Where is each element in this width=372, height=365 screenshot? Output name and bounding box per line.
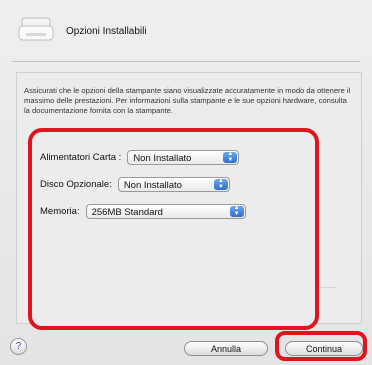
- option-label: Alimentatori Carta :: [40, 152, 122, 163]
- option-label: Disco Opzionale:: [40, 179, 112, 190]
- cancel-button[interactable]: Annulla: [184, 341, 268, 356]
- header-divider: [12, 61, 360, 62]
- continue-button[interactable]: Continua: [285, 341, 363, 356]
- option-row-memory: Memoria: 256MB Standard ▲ ▼: [40, 204, 246, 219]
- installable-options-dialog: Opzioni Installabili Assicurati che le o…: [0, 0, 372, 365]
- chevron-updown-icon: ▲ ▼: [229, 205, 244, 217]
- help-button[interactable]: ?: [10, 338, 27, 355]
- optional-disk-popup[interactable]: Non Installato ▲ ▼: [117, 177, 230, 192]
- option-row-paper-feeders: Alimentatori Carta : Non Installato ▲ ▼: [40, 150, 240, 165]
- printer-icon: [18, 17, 54, 41]
- options-highlight-box: Alimentatori Carta : Non Installato ▲ ▼ D…: [28, 128, 319, 330]
- dialog-title: Opzioni Installabili: [66, 26, 147, 37]
- chevron-updown-icon: ▲ ▼: [223, 151, 238, 163]
- memory-popup[interactable]: 256MB Standard ▲ ▼: [85, 204, 246, 219]
- dialog-header: Opzioni Installabili: [0, 0, 372, 58]
- popup-value: 256MB Standard: [91, 207, 163, 218]
- dialog-description: Assicurati che le opzioni della stampant…: [24, 86, 351, 115]
- popup-value: Non Installato: [133, 153, 192, 164]
- chevron-updown-icon: ▲ ▼: [213, 178, 228, 190]
- paper-feeders-popup[interactable]: Non Installato ▲ ▼: [127, 150, 240, 165]
- option-label: Memoria:: [40, 206, 80, 217]
- option-row-optional-disk: Disco Opzionale: Non Installato ▲ ▼: [40, 177, 230, 192]
- popup-value: Non Installato: [123, 180, 182, 191]
